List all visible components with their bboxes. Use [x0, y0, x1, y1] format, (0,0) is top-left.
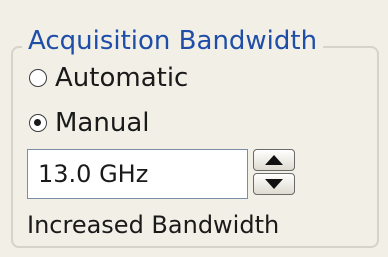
group-title: Acquisition Bandwidth: [22, 24, 324, 58]
automatic-label: Automatic: [55, 63, 189, 93]
bandwidth-input[interactable]: [27, 149, 248, 199]
arrow-up-icon: [265, 155, 283, 165]
arrow-down-icon: [265, 179, 283, 189]
automatic-radio[interactable]: [29, 69, 47, 87]
decrement-button[interactable]: [253, 173, 295, 195]
increment-button[interactable]: [253, 149, 295, 171]
manual-option[interactable]: Manual: [29, 107, 149, 139]
manual-radio[interactable]: [29, 114, 47, 132]
bandwidth-spinner[interactable]: [253, 149, 295, 195]
bandwidth-status-text: Increased Bandwidth: [27, 211, 280, 239]
automatic-option[interactable]: Automatic: [29, 62, 188, 94]
manual-label: Manual: [55, 108, 150, 138]
